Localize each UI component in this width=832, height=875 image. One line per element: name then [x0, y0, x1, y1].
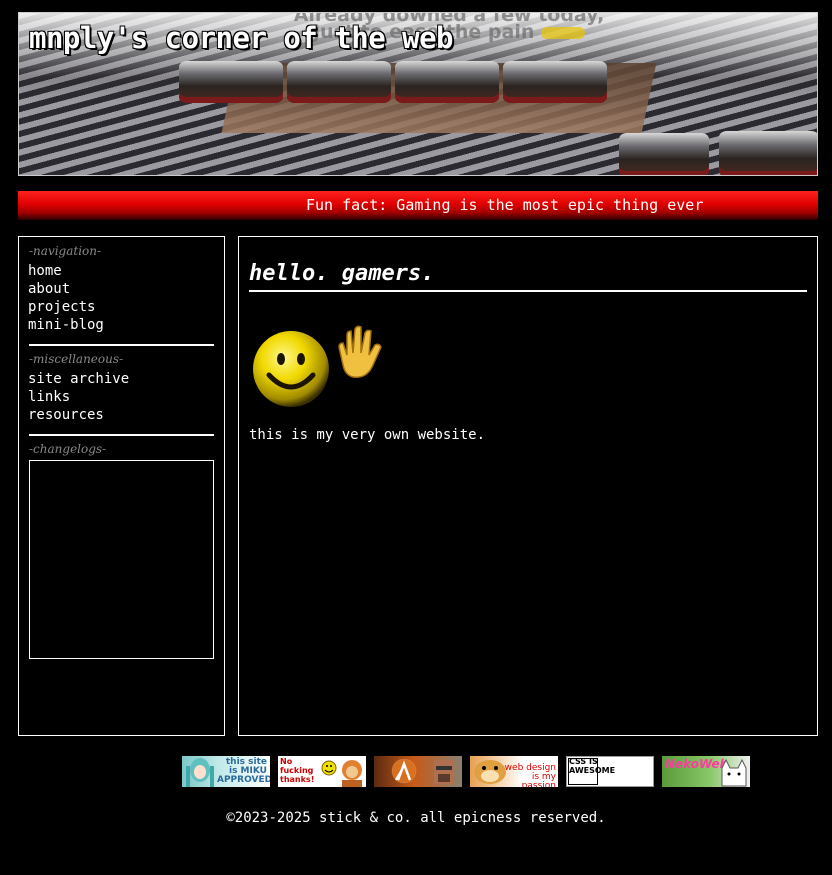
- miku-figure-icon: [186, 758, 214, 787]
- banner-can-image: [619, 133, 709, 175]
- miku-badge-label: this site is MIKU APPROVED: [217, 757, 270, 785]
- intro-text: this is my very own website.: [249, 427, 486, 443]
- funfact-text: Fun fact: Gaming is the most epic thing …: [306, 196, 704, 214]
- banner-emoji-icon: [541, 26, 586, 39]
- changelog-frame[interactable]: [29, 460, 214, 659]
- cat-icon: [721, 758, 747, 787]
- badge-row: this site is MIKU APPROVED No fucking th…: [182, 756, 750, 787]
- main-content: hello. gamers. this is my very own websi…: [238, 236, 818, 736]
- smiley-monkey-icon: [321, 760, 362, 787]
- funfact-marquee: Fun fact: Gaming is the most epic thing …: [18, 191, 818, 220]
- waving-smiley-image: [251, 325, 387, 415]
- nekoweb-badge-icon[interactable]: NekoWeb: [662, 756, 750, 787]
- misc-link-links[interactable]: links: [28, 388, 224, 406]
- nav-link-about[interactable]: about: [28, 280, 224, 298]
- misc-link-site-archive[interactable]: site archive: [28, 370, 224, 388]
- navigation-list: home about projects mini-blog: [28, 262, 224, 334]
- no-thanks-badge-label: No fucking thanks!: [280, 757, 315, 784]
- web-design-badge-label: web design is my passion: [504, 763, 556, 788]
- smiley-face-icon: [253, 331, 329, 407]
- navigation-heading: -navigation-: [29, 244, 102, 258]
- site-title: mnply's corner of the web: [29, 21, 454, 55]
- sidebar-divider: [29, 344, 214, 346]
- header-banner: Already downed a few today, Just to ease…: [18, 12, 818, 176]
- changelog-heading: -changelogs-: [29, 442, 107, 456]
- no-thanks-badge-icon[interactable]: No fucking thanks!: [278, 756, 366, 787]
- misc-link-resources[interactable]: resources: [28, 406, 224, 424]
- misc-list: site archive links resources: [28, 370, 224, 424]
- misc-heading: -miscellaneous-: [29, 352, 124, 366]
- banner-can-image: [503, 61, 607, 103]
- waving-hand-icon: [338, 325, 382, 378]
- web-design-badge-icon[interactable]: web design is my passion: [470, 756, 558, 787]
- sidebar-divider: [29, 434, 214, 436]
- banner-can-image: [719, 131, 817, 175]
- css-badge-label: CSS IS AWESOME: [569, 757, 616, 775]
- nav-link-projects[interactable]: projects: [28, 298, 224, 316]
- css-badge-icon[interactable]: CSS IS AWESOME: [566, 756, 654, 787]
- miku-badge-icon[interactable]: this site is MIKU APPROVED: [182, 756, 270, 787]
- banner-can-image: [179, 61, 283, 103]
- sidebar: -navigation- home about projects mini-bl…: [18, 236, 225, 736]
- banner-can-image: [287, 61, 391, 103]
- half-life-lambda-icon: [391, 758, 454, 784]
- footer-copyright: ©2023-2025 stick & co. all epicness rese…: [226, 810, 606, 826]
- page-heading: hello. gamers.: [249, 261, 807, 292]
- nav-link-home[interactable]: home: [28, 262, 224, 280]
- nav-link-mini-blog[interactable]: mini-blog: [28, 316, 224, 334]
- half-life-badge-icon[interactable]: [374, 756, 462, 787]
- banner-can-image: [395, 61, 499, 103]
